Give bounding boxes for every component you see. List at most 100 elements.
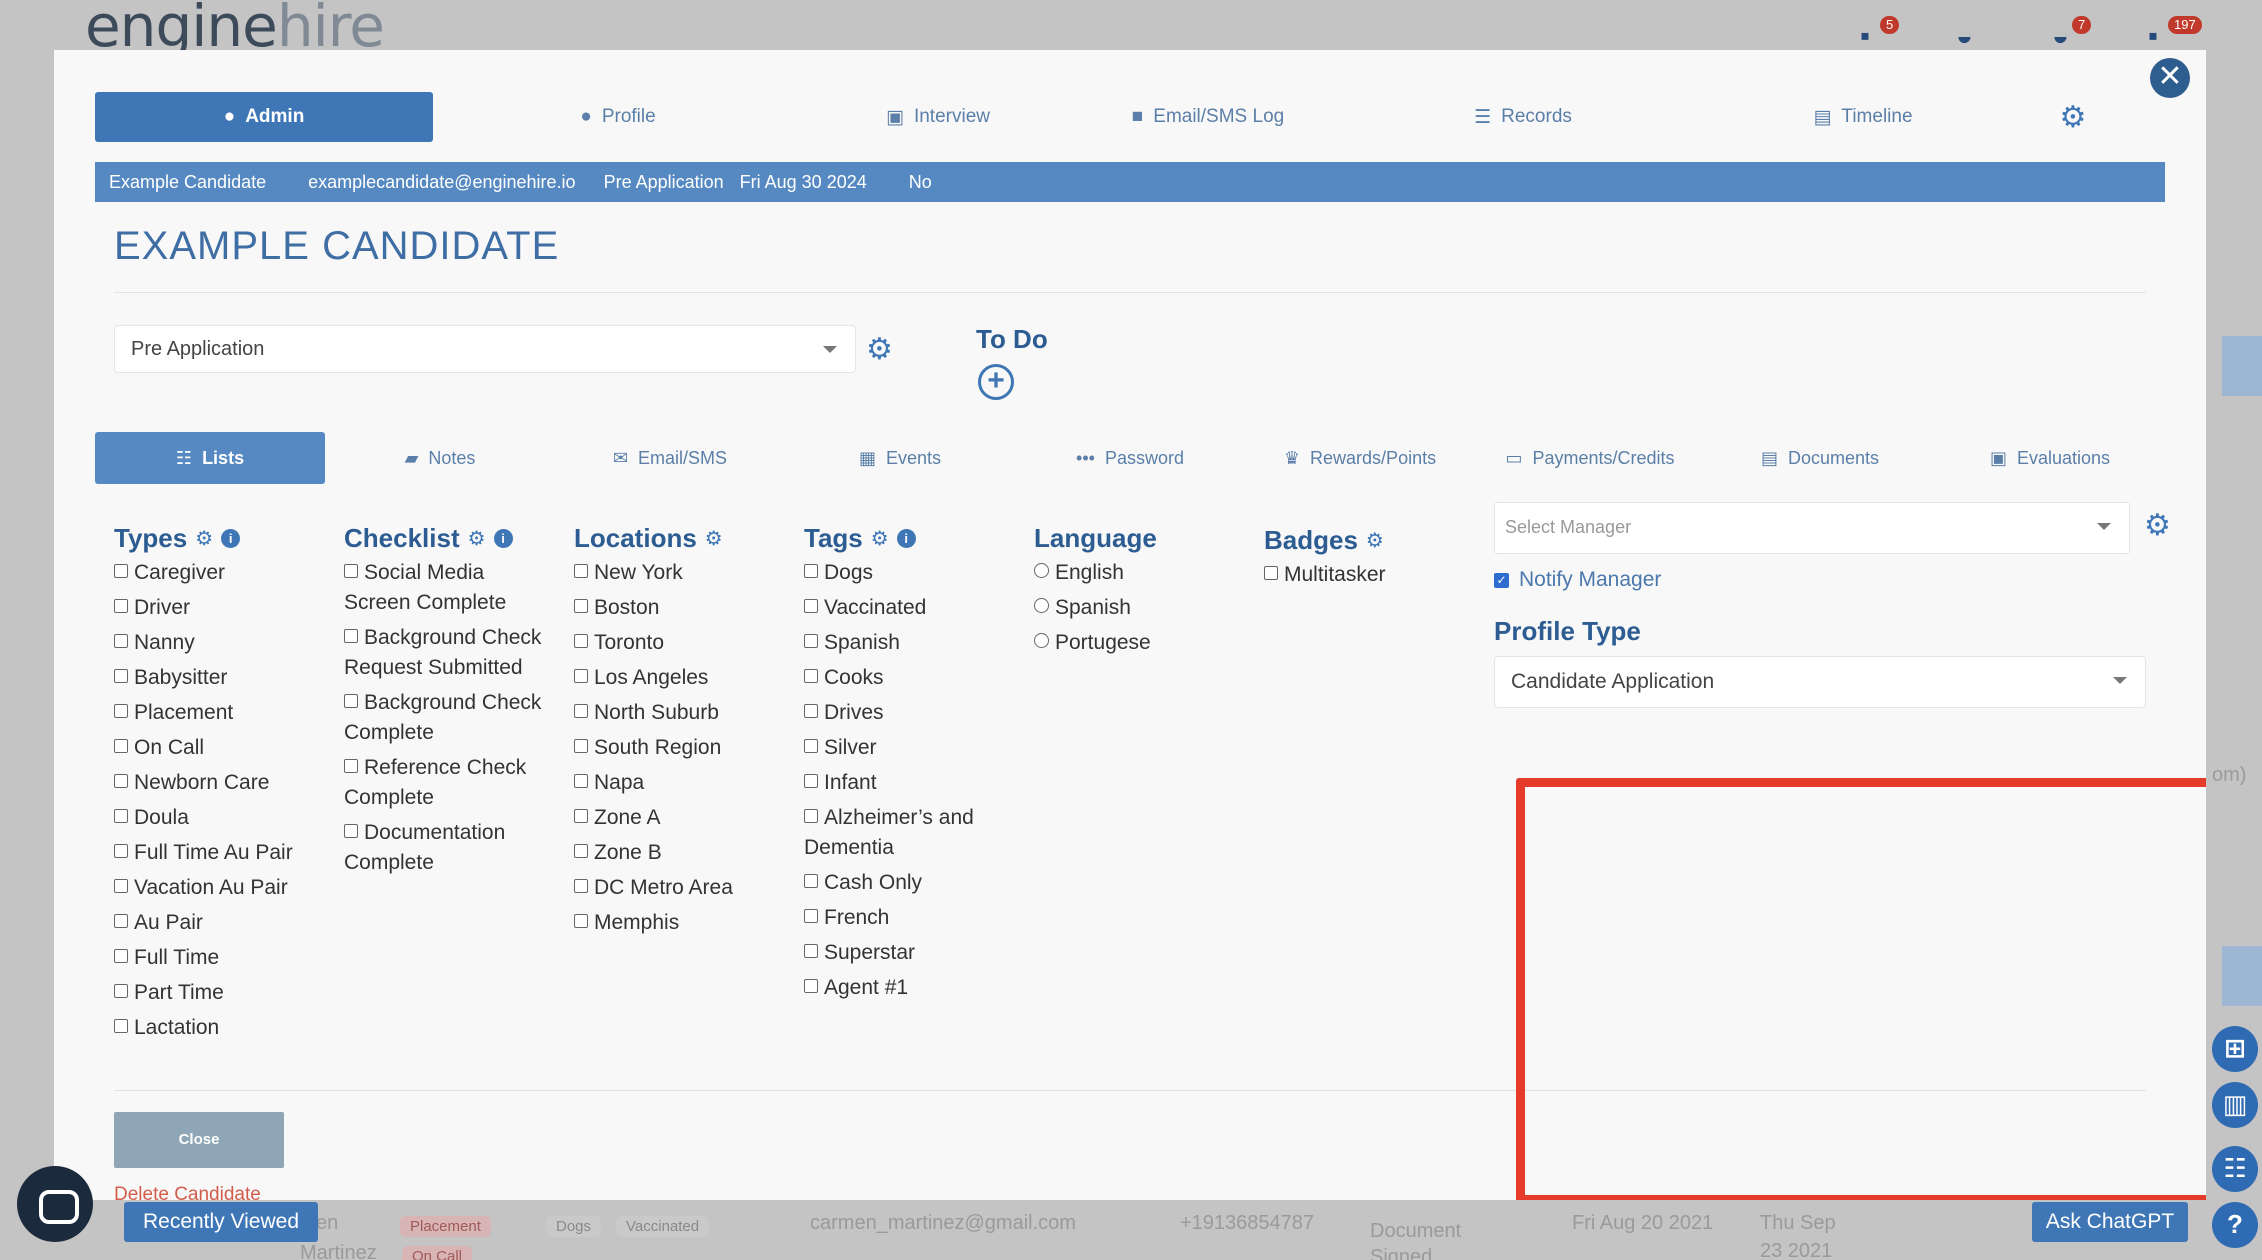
checkbox[interactable] — [804, 739, 818, 753]
list-option[interactable]: Multitasker — [1264, 560, 1464, 590]
checkbox[interactable] — [114, 984, 128, 998]
checkbox[interactable] — [574, 914, 588, 928]
close-button[interactable]: Close — [114, 1112, 284, 1168]
checkbox[interactable] — [344, 824, 358, 838]
checkbox[interactable] — [804, 944, 818, 958]
tab-lists[interactable]: ☷ Lists — [95, 432, 325, 484]
list-option[interactable]: Doula — [114, 803, 334, 833]
gear-icon[interactable]: ⚙ — [871, 526, 889, 551]
checkbox[interactable] — [114, 949, 128, 963]
checkbox[interactable] — [804, 599, 818, 613]
ask-chatgpt-button[interactable]: Ask ChatGPT — [2032, 1202, 2188, 1242]
list-option[interactable]: Napa — [574, 768, 774, 798]
checkbox[interactable] — [804, 774, 818, 788]
list-option[interactable]: Social Media Screen Complete — [344, 558, 544, 618]
list-option[interactable]: French — [804, 903, 1004, 933]
list-option[interactable]: Zone A — [574, 803, 774, 833]
chat-icon[interactable] — [17, 1166, 93, 1242]
info-icon[interactable]: i — [221, 528, 241, 548]
checkbox[interactable] — [574, 809, 588, 823]
tab-admin[interactable]: ● Admin — [95, 92, 433, 142]
list-option[interactable]: Los Angeles — [574, 663, 774, 693]
list-option[interactable]: Cash Only — [804, 868, 1004, 898]
checkbox[interactable] — [114, 739, 128, 753]
list-option[interactable]: Vaccinated — [804, 593, 1004, 623]
checkbox[interactable] — [114, 1019, 128, 1033]
status-select[interactable]: Pre Application — [114, 325, 856, 373]
checkbox[interactable] — [114, 599, 128, 613]
list-option[interactable]: Cooks — [804, 663, 1004, 693]
list-option[interactable]: Toronto — [574, 628, 774, 658]
list-option[interactable]: Infant — [804, 768, 1004, 798]
tab-records[interactable]: ☰ Records — [1343, 92, 1703, 142]
list-option[interactable]: Zone B — [574, 838, 774, 868]
checkbox[interactable] — [574, 599, 588, 613]
gear-icon[interactable]: ⚙ — [705, 526, 723, 551]
list-option[interactable]: Agent #1 — [804, 973, 1004, 1003]
checkbox[interactable] — [344, 629, 358, 643]
tab-events[interactable]: ▦ Events — [785, 432, 1015, 484]
list-option[interactable]: Spanish — [804, 628, 1004, 658]
checkbox[interactable] — [114, 564, 128, 578]
list-option[interactable]: Lactation — [114, 1013, 334, 1043]
tab-evaluations[interactable]: ▣ Evaluations — [1935, 432, 2165, 484]
checkbox[interactable] — [114, 879, 128, 893]
delete-candidate-link[interactable]: Delete Candidate — [114, 1184, 261, 1200]
checklist-icon[interactable]: ☷ — [2212, 1146, 2258, 1192]
tab-profile[interactable]: ● Profile — [433, 92, 803, 142]
list-option[interactable]: DC Metro Area — [574, 873, 774, 903]
tab-notes[interactable]: ▰ Notes — [325, 432, 555, 484]
info-icon[interactable]: i — [493, 528, 513, 548]
tab-email-sms-log[interactable]: ■ Email/SMS Log — [1073, 92, 1343, 142]
list-option[interactable]: Alzheimer’s and Dementia — [804, 803, 1004, 863]
list-option[interactable]: Dogs — [804, 558, 1004, 588]
checkbox[interactable] — [804, 809, 818, 823]
tab-timeline[interactable]: ▤ Timeline — [1703, 92, 2023, 142]
store-icon[interactable]: ▪ 5 — [1860, 16, 1900, 50]
list-option[interactable]: Full Time — [114, 943, 334, 973]
help-icon[interactable]: ? — [2212, 1202, 2258, 1248]
settings-button[interactable]: ⚙ — [2023, 92, 2123, 142]
gear-icon[interactable]: ⚙ — [468, 526, 486, 551]
checkbox[interactable] — [344, 759, 358, 773]
list-option[interactable]: Memphis — [574, 908, 774, 938]
manager-gear-icon[interactable]: ⚙ — [2144, 508, 2171, 543]
checkbox[interactable] — [804, 634, 818, 648]
list-option[interactable]: Caregiver — [114, 558, 334, 588]
list-option[interactable]: Newborn Care — [114, 768, 334, 798]
checkbox[interactable] — [114, 774, 128, 788]
recently-viewed-button[interactable]: Recently Viewed — [124, 1202, 318, 1242]
messages-icon[interactable]: ▪ 197 — [2148, 16, 2202, 50]
tab-rewards-points[interactable]: ♛ Rewards/Points — [1245, 432, 1475, 484]
gear-icon[interactable]: ⚙ — [195, 526, 213, 551]
list-option[interactable]: Au Pair — [114, 908, 334, 938]
checkbox[interactable] — [344, 694, 358, 708]
book-icon[interactable]: ▥ — [2212, 1082, 2258, 1128]
checkbox[interactable] — [804, 909, 818, 923]
tab-documents[interactable]: ▤ Documents — [1705, 432, 1935, 484]
gear-icon[interactable]: ⚙ — [1366, 528, 1384, 553]
users-icon[interactable]: ◒ — [1956, 22, 1990, 50]
tab-password[interactable]: ••• Password — [1015, 432, 1245, 484]
checkbox[interactable] — [574, 634, 588, 648]
add-todo-icon[interactable]: + — [978, 364, 1014, 400]
checkbox[interactable] — [574, 669, 588, 683]
checkbox[interactable] — [114, 704, 128, 718]
tab-interview[interactable]: ▣ Interview — [803, 92, 1073, 142]
checkbox[interactable] — [804, 704, 818, 718]
radio-button[interactable] — [1034, 598, 1049, 613]
tab-email-sms[interactable]: ✉ Email/SMS — [555, 432, 785, 484]
close-icon[interactable]: ✕ — [2150, 58, 2190, 98]
checkbox[interactable] — [574, 774, 588, 788]
checkbox[interactable] — [114, 844, 128, 858]
radio-button[interactable] — [1034, 633, 1049, 648]
list-option[interactable]: Driver — [114, 593, 334, 623]
list-option[interactable]: Part Time — [114, 978, 334, 1008]
list-option[interactable]: Background Check Request Submitted — [344, 623, 544, 683]
status-gear-icon[interactable]: ⚙ — [866, 332, 893, 367]
list-option[interactable]: English — [1034, 558, 1234, 588]
radio-button[interactable] — [1034, 563, 1049, 578]
list-option[interactable]: Silver — [804, 733, 1004, 763]
manager-select[interactable]: Select Manager — [1494, 502, 2130, 554]
profile-type-select[interactable]: Candidate Application — [1494, 656, 2146, 708]
